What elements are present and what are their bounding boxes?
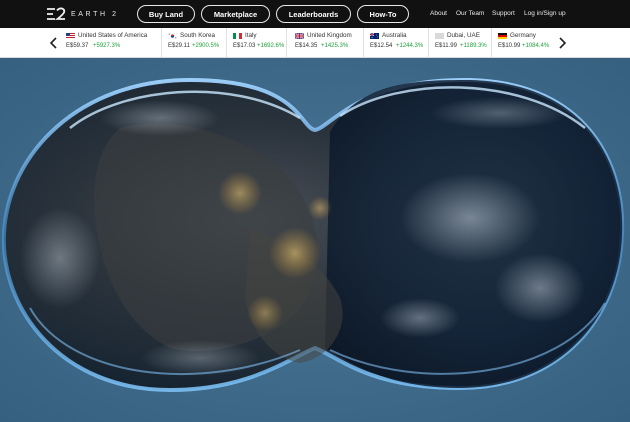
ticker-price: E$17.03 — [233, 43, 256, 49]
logo-text: EARTH 2 — [71, 10, 119, 18]
support-link[interactable]: Support — [492, 10, 515, 17]
ticker-price: E$10.99 — [498, 43, 521, 49]
ticker-country-name: United Kingdom — [307, 32, 352, 39]
earth2-logo-icon — [47, 7, 66, 20]
ticker-change: +1084.4% — [522, 43, 550, 49]
us-flag-icon — [66, 33, 75, 39]
ticker-price: E$12.54 — [370, 43, 393, 49]
au-flag-icon — [370, 33, 379, 39]
ae-flag-icon — [435, 33, 444, 39]
page: EARTH 2 Buy Land Marketplace Leaderboard… — [0, 0, 630, 422]
ticker-change: +1692.6% — [257, 43, 285, 49]
gb-flag-icon — [295, 33, 304, 39]
ticker-price: E$11.99 — [435, 43, 457, 49]
double-earth-illustration — [1, 77, 625, 393]
ticker-change: +5927.3% — [93, 43, 121, 49]
ticker-country-name: Dubai, UAE — [447, 32, 480, 39]
ticker-item-south-korea[interactable]: South Korea E$29.11 +2900.5% — [164, 28, 227, 57]
our-team-link[interactable]: Our Team — [456, 10, 484, 17]
ticker-item-italy[interactable]: Italy E$17.03 +1692.6% — [229, 28, 287, 57]
ticker-item-usa[interactable]: United States of America E$59.37 +5927.3… — [62, 28, 162, 57]
ticker-country-name: Germany — [510, 32, 536, 39]
logo[interactable]: EARTH 2 — [46, 7, 119, 21]
chevron-left-icon[interactable] — [49, 37, 59, 49]
ticker-price: E$29.11 — [168, 43, 190, 49]
ticker-price: E$59.37 — [66, 43, 89, 49]
top-nav-bar: EARTH 2 Buy Land Marketplace Leaderboard… — [0, 0, 630, 28]
how-to-button[interactable]: How-To — [357, 5, 409, 23]
chevron-right-icon[interactable] — [557, 37, 567, 49]
ticker-country-name: Italy — [245, 32, 257, 39]
ticker-country-name: South Korea — [180, 32, 216, 39]
marketplace-button[interactable]: Marketplace — [201, 5, 270, 23]
leaderboards-button[interactable]: Leaderboards — [276, 5, 351, 23]
about-link[interactable]: About — [430, 10, 447, 17]
ticker-change: +1244.3% — [396, 43, 424, 49]
de-flag-icon — [498, 33, 507, 39]
hero-earth-image — [0, 58, 630, 422]
ticker-price: E$14.35 — [295, 43, 318, 49]
ticker-country-name: Australia — [382, 32, 407, 39]
ticker-change: +2900.5% — [192, 43, 220, 49]
country-ticker: United States of America E$59.37 +5927.3… — [0, 28, 630, 58]
ticker-item-dubai-uae[interactable]: Dubai, UAE E$11.99 +1189.3% — [431, 28, 492, 57]
buy-land-button[interactable]: Buy Land — [137, 5, 195, 23]
kr-flag-icon — [168, 33, 177, 39]
it-flag-icon — [233, 33, 242, 39]
login-signup-link[interactable]: Log in/Sign up — [524, 10, 566, 17]
ticker-item-germany[interactable]: Germany E$10.99 +1084.4% — [494, 28, 552, 57]
ticker-item-united-kingdom[interactable]: United Kingdom E$14.35 +1425.3% — [291, 28, 364, 57]
ticker-country-name: United States of America — [78, 32, 148, 39]
ticker-change: +1425.3% — [321, 43, 349, 49]
ticker-item-australia[interactable]: Australia E$12.54 +1244.3% — [366, 28, 429, 57]
ticker-change: +1189.3% — [460, 43, 487, 49]
